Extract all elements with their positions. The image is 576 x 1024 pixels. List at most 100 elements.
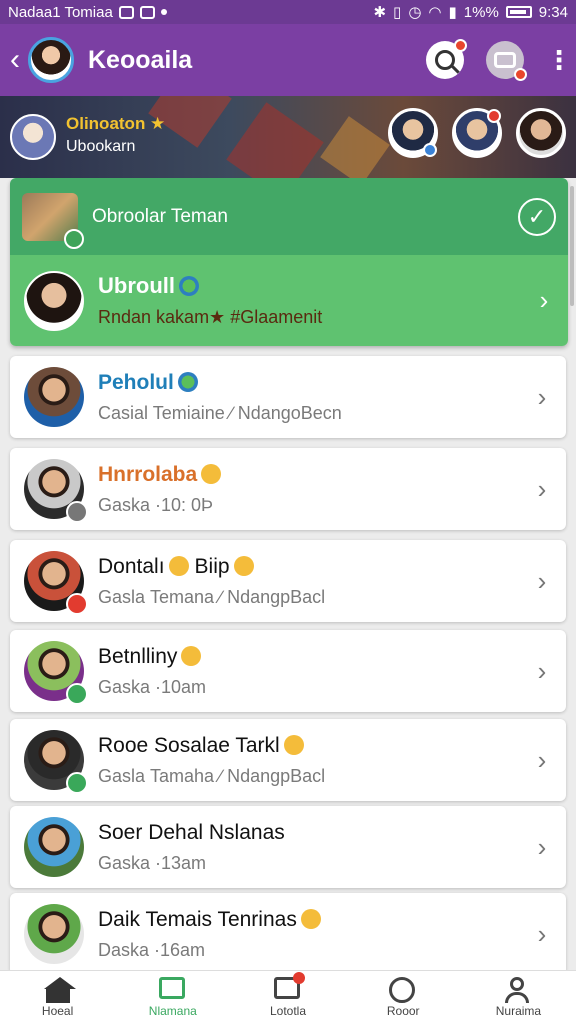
last-message: Casial Temiaine ∕ NdangoBecn [98, 402, 342, 423]
emoji-icon [177, 371, 198, 392]
profile-icon [504, 977, 532, 1003]
notification-badge [514, 68, 527, 81]
chat-row[interactable]: Rooe Sosalae Tarkl Gaslа Tamaha ∕ NdangpB… [10, 719, 566, 801]
page-title: Keooaila [88, 45, 193, 74]
chat-list: Obroolar Teman ✓ Ubroull Rndan kakam★ #G… [0, 178, 576, 970]
clock: 9:34 [538, 3, 568, 21]
search-button[interactable] [426, 39, 467, 79]
search-icon [435, 50, 455, 70]
chevron-right-icon: › [537, 744, 547, 775]
avatar [24, 270, 84, 331]
nav-label: Nlamana [148, 1004, 197, 1018]
chevron-right-icon: › [539, 285, 549, 315]
profile-avatar[interactable] [28, 37, 74, 83]
group-thumbnail [22, 192, 84, 249]
emoji-icon [233, 555, 254, 576]
bottom-navigation: Hoeal Nlamana Lototla Rooor Nuraima [0, 970, 576, 1024]
emoji-icon [300, 908, 321, 929]
story-banner[interactable]: Olinoaton ★ Ubookarn [0, 96, 576, 178]
back-arrow-icon[interactable]: ‹ [10, 43, 28, 77]
story-avatar[interactable] [452, 108, 502, 158]
checkmark-icon[interactable]: ✓ [518, 197, 556, 236]
notification-icon [118, 5, 134, 19]
featured-chat-card[interactable]: Obroolar Teman ✓ Ubroull Rndan kakam★ #G… [10, 178, 568, 346]
nav-label: Rooor [386, 1004, 420, 1018]
status-badge [487, 109, 501, 123]
scrollbar[interactable] [570, 186, 574, 306]
status-badge [64, 228, 84, 249]
battery-percent: 1%% [463, 3, 499, 21]
story-avatar[interactable] [388, 108, 438, 158]
banner-avatar[interactable] [10, 114, 56, 160]
more-vertical-icon[interactable]: ⋮ [546, 45, 572, 76]
last-message: Gaska ·10am [98, 676, 207, 697]
last-message: Rndan kakam★ #Glaamenit [98, 307, 323, 327]
avatar [24, 817, 84, 877]
status-bar: Nadaa1 Tomiaa ✱ ▯ ◷ ◠ ▮ 1%% 9:34 [0, 0, 576, 24]
emoji-icon [179, 276, 199, 296]
nav-label: Lototla [269, 1004, 307, 1018]
chat-row[interactable]: Peholul Casial Temiaine ∕ NdangoBecn › [10, 356, 566, 438]
avatar [24, 459, 88, 523]
last-message: Gaslа Tamaha ∕ NdangpBacl [98, 765, 326, 786]
featured-chat-row[interactable]: Ubroull Rndan kakam★ #Glaamenit › [10, 255, 568, 346]
group-label: Obroolar Teman [92, 205, 228, 227]
chat-row[interactable]: Daik Temais Tenrinas Daska ·16am › [10, 893, 566, 970]
camera-icon [494, 52, 516, 68]
message-icon [139, 5, 155, 19]
status-badge [66, 683, 88, 705]
contact-name: Ubroull [98, 273, 534, 299]
chat-row[interactable]: Hnrrolaba Gaska ·10: 0Ϸ › [10, 448, 566, 530]
emoji-icon [201, 463, 222, 484]
camera-button[interactable] [486, 41, 527, 81]
home-icon [43, 977, 76, 1003]
group-header[interactable]: Obroolar Teman ✓ [10, 178, 568, 255]
banner-contacts [388, 108, 566, 158]
status-badge [66, 593, 88, 615]
chevron-right-icon: › [537, 565, 547, 596]
nav-chats[interactable]: Nlamana [115, 971, 230, 1024]
avatar [24, 367, 84, 427]
contact-name: Peholul [98, 371, 532, 395]
smile-icon [389, 977, 417, 1003]
status-badge [66, 501, 88, 523]
battery-icon [505, 6, 532, 18]
vibrate-icon: ▯ [393, 4, 402, 21]
chat-row[interactable]: Betnlliny Gaska ·10am › [10, 630, 566, 712]
status-badge [423, 143, 437, 157]
emoji-icon [181, 645, 202, 666]
story-avatar[interactable] [516, 108, 566, 158]
chevron-right-icon: › [537, 831, 547, 862]
notification-badge [454, 39, 467, 52]
nav-smile[interactable]: Rooor [346, 971, 461, 1024]
banner-subtitle: Ubookarn [66, 138, 136, 155]
avatar [24, 904, 84, 964]
avatar [24, 641, 88, 705]
emoji-icon [168, 555, 189, 576]
bluetooth-icon: ✱ [373, 4, 387, 21]
last-message: Gaslа Temana ∕ NdangpBacl [98, 586, 326, 607]
last-message: Gaska ·13am [98, 852, 207, 873]
contact-name: Betnlliny [98, 645, 532, 669]
contact-name: Rooe Sosalae Tarkl [98, 734, 532, 758]
signal-icon: ▮ [448, 4, 457, 21]
chevron-right-icon: › [537, 918, 547, 949]
chat-row[interactable]: Soer Dehal Nslanas Gaska ·13am › [10, 806, 566, 888]
chat-row[interactable]: Dontalı Biip Gaslа Temana ∕ NdangpBacl › [10, 540, 566, 622]
chat-icon [158, 977, 187, 1001]
chevron-right-icon: › [537, 655, 547, 686]
contact-name: Dontalı Biip [98, 555, 532, 579]
carrier-label: Nadaa1 Tomiaa [8, 3, 113, 21]
last-message: Daska ·16am [98, 939, 206, 960]
nav-calendar[interactable]: Lototla [230, 971, 345, 1024]
app-bar: ‹ Keooaila ⋮ [0, 24, 576, 96]
nav-profile[interactable]: Nuraima [461, 971, 576, 1024]
nav-label: Nuraima [495, 1004, 542, 1018]
status-badge [66, 772, 88, 794]
nav-label: Hoeal [41, 1004, 74, 1018]
contact-name: Soer Dehal Nslanas [98, 820, 285, 844]
alarm-icon: ◷ [408, 4, 422, 21]
avatar [24, 730, 88, 794]
avatar [24, 551, 88, 615]
nav-home[interactable]: Hoeal [0, 971, 115, 1024]
